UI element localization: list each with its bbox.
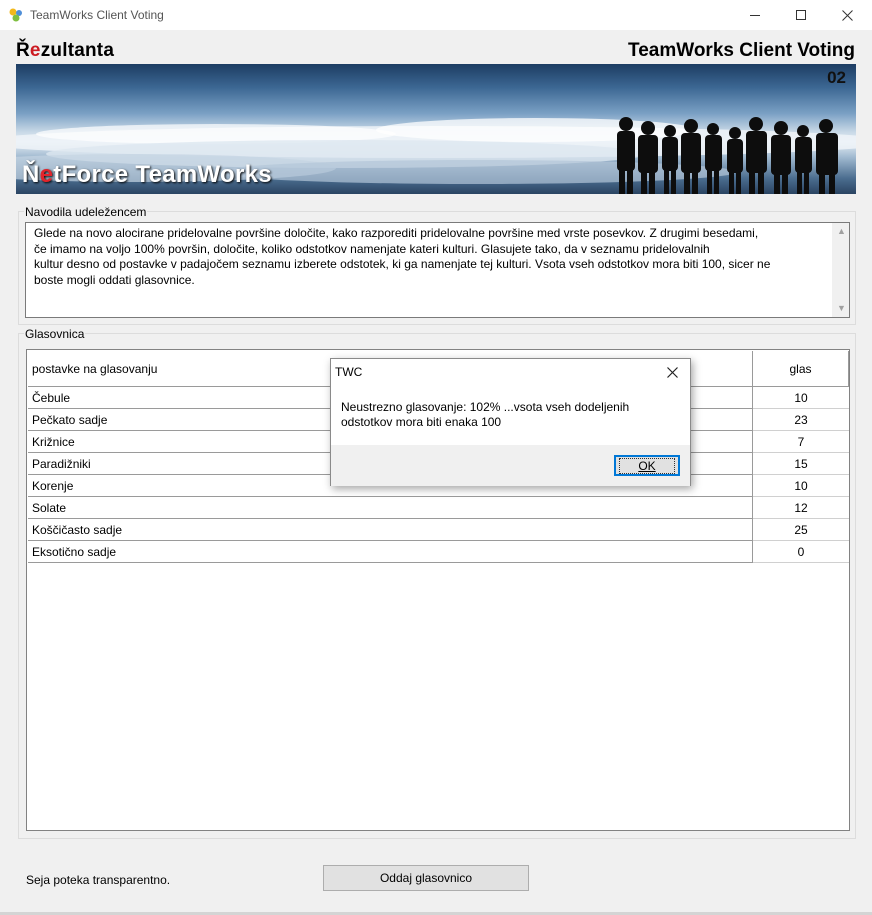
instructions-textbox[interactable]: Glede na novo alocirane pridelovalne pov… [25,222,850,318]
error-dialog: TWC Neustrezno glasovanje: 102% ...vsota… [330,358,691,486]
close-icon [666,366,678,378]
row-vote-select[interactable]: 23 [753,409,849,431]
row-vote-select[interactable]: 10 [753,475,849,497]
row-vote-select[interactable]: 7 [753,431,849,453]
column-header-vote[interactable]: glas [753,351,849,387]
session-status: Seja poteka transparentno. [26,873,171,887]
dialog-title: TWC [335,365,363,379]
title-bar: TeamWorks Client Voting [0,0,872,30]
row-vote-select[interactable]: 12 [753,497,849,519]
row-item-label: Eksotično sadje [28,541,753,563]
row-vote-select[interactable]: 10 [753,387,849,409]
brand-logo: ŇetForce TeamWorks [22,161,272,188]
minimize-icon [750,14,760,16]
row-vote-select[interactable]: 0 [753,541,849,563]
row-item-label: Solate [28,497,753,519]
row-item-label: Koščičasto sadje [28,519,753,541]
scroll-down-icon[interactable]: ▼ [833,300,850,317]
dialog-ok-button[interactable]: OK [614,455,680,476]
row-vote-select[interactable]: 25 [753,519,849,541]
header-banner: 02 ŇetForce TeamWorks [16,64,856,194]
maximize-icon [796,10,806,20]
page-title: Řezultanta [16,40,115,61]
minimize-button[interactable] [732,0,778,30]
scroll-up-icon[interactable]: ▲ [833,223,850,240]
session-code: 02 [827,68,846,87]
dialog-ok-label: OK [619,457,675,474]
window-title: TeamWorks Client Voting [30,8,164,22]
maximize-button[interactable] [778,0,824,30]
close-icon [841,9,853,21]
row-vote-select[interactable]: 15 [753,453,849,475]
app-icon [9,8,22,22]
instructions-scrollbar[interactable]: ▲ ▼ [832,223,849,317]
instructions-text: Glede na novo alocirane pridelovalne pov… [34,226,771,287]
ballot-group-label: Glasovnica [24,327,86,341]
instructions-group-label: Navodila udeležencem [24,205,148,219]
submit-ballot-button[interactable]: Oddaj glasovnico [323,865,529,891]
brand-title: TeamWorks Client Voting [628,40,855,61]
dialog-close-button[interactable] [658,361,686,383]
dialog-footer: OK [331,445,690,486]
close-button[interactable] [824,0,870,30]
dialog-message: Neustrezno glasovanje: 102% ...vsota vse… [341,400,630,429]
